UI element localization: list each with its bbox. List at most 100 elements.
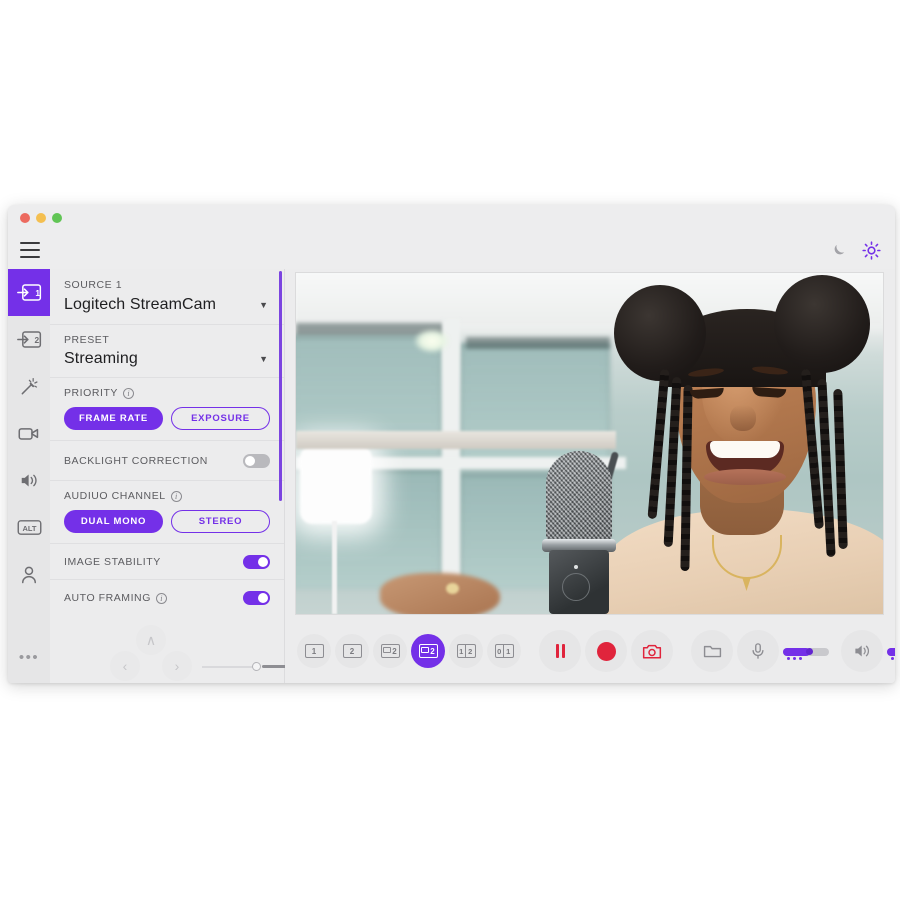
priority-exposure-button[interactable]: EXPOSURE bbox=[171, 407, 270, 430]
layout-pip-1-2-alt-button[interactable]: 2 bbox=[411, 634, 445, 668]
source-section: SOURCE 1 Logitech StreamCam ▼ bbox=[50, 269, 284, 325]
chevron-right-icon[interactable]: › bbox=[162, 651, 192, 681]
sidebar-item-source-1[interactable]: 1 bbox=[8, 269, 50, 316]
softbox-light bbox=[300, 446, 372, 524]
ring bbox=[446, 583, 459, 594]
auto-framing-label: AUTO FRAMING bbox=[64, 592, 151, 604]
app-window: 1 2 bbox=[8, 205, 895, 683]
sidebar-item-alt[interactable]: ALT bbox=[8, 504, 50, 551]
settings-panel: SOURCE 1 Logitech StreamCam ▼ PRESET Str… bbox=[50, 269, 285, 683]
image-stability-row: IMAGE STABILITY bbox=[50, 544, 284, 580]
svg-text:ALT: ALT bbox=[22, 524, 36, 533]
close-window-button[interactable] bbox=[20, 213, 30, 223]
audio-channel-label: AUDIUO CHANNEL bbox=[64, 490, 166, 502]
sidebar-item-source-2[interactable]: 2 bbox=[8, 316, 50, 363]
sidebar-item-effects[interactable] bbox=[8, 363, 50, 410]
speaker-button[interactable] bbox=[841, 630, 883, 672]
image-stability-label: IMAGE STABILITY bbox=[64, 556, 161, 568]
ptz-controls: ∧ ‹ › bbox=[50, 627, 284, 683]
mic-knob bbox=[562, 573, 590, 601]
record-dot-icon bbox=[597, 642, 616, 661]
moon-icon[interactable] bbox=[830, 242, 847, 259]
layout-split-icon: 1 2 bbox=[457, 644, 476, 658]
microphone-icon bbox=[749, 642, 767, 660]
source-label: SOURCE 1 bbox=[64, 279, 270, 291]
layout-single-2-button[interactable]: 2 bbox=[335, 634, 369, 668]
layout-single-icon: 2 bbox=[343, 644, 362, 658]
folder-button[interactable] bbox=[691, 630, 733, 672]
condenser-microphone bbox=[536, 451, 622, 614]
auto-framing-toggle[interactable] bbox=[243, 591, 270, 605]
audio-channel-section: AUDIUO CHANNEL i DUAL MONO STEREO bbox=[50, 481, 284, 544]
menubar bbox=[8, 231, 895, 269]
mic-indicator bbox=[574, 565, 578, 569]
record-button[interactable] bbox=[585, 630, 627, 672]
hair-bun-right bbox=[774, 275, 870, 373]
sidebar-item-account[interactable] bbox=[8, 551, 50, 598]
source-value: Logitech StreamCam bbox=[64, 296, 216, 314]
panel-scrollbar[interactable] bbox=[279, 271, 282, 501]
light-stand bbox=[332, 521, 337, 614]
priority-header: PRIORITY i bbox=[64, 387, 270, 399]
backlight-correction-toggle[interactable] bbox=[243, 454, 270, 468]
folder-icon bbox=[703, 643, 722, 659]
info-icon[interactable]: i bbox=[123, 388, 134, 399]
layout-pip-icon: 2 bbox=[381, 644, 400, 658]
audio-stereo-button[interactable]: STEREO bbox=[171, 510, 270, 533]
hair-bun-left bbox=[614, 285, 706, 381]
layout-split-0-1-button[interactable]: 0 1 bbox=[487, 634, 521, 668]
sidebar-item-camera[interactable] bbox=[8, 410, 50, 457]
backlight-correction-label: BACKLIGHT CORRECTION bbox=[64, 455, 208, 467]
ellipsis-icon[interactable]: ••• bbox=[8, 655, 50, 661]
pause-button[interactable] bbox=[539, 630, 581, 672]
backlight-correction-row: BACKLIGHT CORRECTION bbox=[50, 441, 284, 481]
video-preview[interactable] bbox=[296, 273, 883, 614]
minimize-window-button[interactable] bbox=[36, 213, 46, 223]
titlebar bbox=[8, 205, 895, 231]
ceiling-lamp bbox=[414, 329, 450, 353]
mic-slider-knob[interactable] bbox=[806, 648, 813, 655]
layout-single-1-button[interactable]: 1 bbox=[297, 634, 331, 668]
info-icon[interactable]: i bbox=[156, 593, 167, 604]
volume-icon bbox=[853, 642, 872, 660]
sidebar-item-audio[interactable] bbox=[8, 457, 50, 504]
chevron-up-icon[interactable]: ∧ bbox=[136, 625, 166, 655]
image-stability-toggle[interactable] bbox=[243, 555, 270, 569]
person-on-camera bbox=[584, 273, 883, 614]
sun-icon[interactable] bbox=[862, 241, 881, 260]
mic-button[interactable] bbox=[737, 630, 779, 672]
info-icon[interactable]: i bbox=[171, 491, 182, 502]
layout-single-icon: 1 bbox=[305, 644, 324, 658]
nose bbox=[730, 405, 756, 431]
preset-value: Streaming bbox=[64, 350, 138, 368]
preset-section: PRESET Streaming ▼ bbox=[50, 325, 284, 378]
layout-split-icon: 0 1 bbox=[495, 644, 514, 658]
mic-level-slider[interactable] bbox=[783, 645, 829, 658]
zoom-slider-knob[interactable] bbox=[252, 662, 261, 671]
bottom-toolbar: 1 2 2 2 bbox=[285, 619, 895, 683]
preset-select[interactable]: Streaming ▼ bbox=[64, 350, 270, 368]
chevron-down-icon: ▼ bbox=[259, 355, 270, 364]
desk bbox=[296, 431, 616, 449]
speaker-level-slider[interactable] bbox=[887, 645, 895, 658]
hamburger-icon[interactable] bbox=[20, 242, 40, 258]
layout-pip-icon: 2 bbox=[419, 644, 438, 658]
audio-dual-mono-button[interactable]: DUAL MONO bbox=[64, 510, 163, 533]
auto-framing-header: AUTO FRAMING i bbox=[64, 592, 167, 604]
audio-channel-header: AUDIUO CHANNEL i bbox=[64, 490, 270, 502]
hand bbox=[380, 573, 500, 614]
priority-section: PRIORITY i FRAME RATE EXPOSURE bbox=[50, 378, 284, 441]
lower-lip bbox=[704, 469, 786, 485]
source-select[interactable]: Logitech StreamCam ▼ bbox=[64, 296, 270, 314]
chevron-left-icon[interactable]: ‹ bbox=[110, 651, 140, 681]
maximize-window-button[interactable] bbox=[52, 213, 62, 223]
priority-frame-rate-button[interactable]: FRAME RATE bbox=[64, 407, 163, 430]
layout-split-1-2-button[interactable]: 1 2 bbox=[449, 634, 483, 668]
priority-label: PRIORITY bbox=[64, 387, 118, 399]
icon-rail: 1 2 bbox=[8, 269, 50, 683]
stage: 1 2 2 2 bbox=[285, 269, 895, 683]
snapshot-button[interactable] bbox=[631, 630, 673, 672]
preset-label: PRESET bbox=[64, 334, 270, 346]
camera-shutter-icon bbox=[642, 643, 662, 660]
layout-pip-1-2-button[interactable]: 2 bbox=[373, 634, 407, 668]
